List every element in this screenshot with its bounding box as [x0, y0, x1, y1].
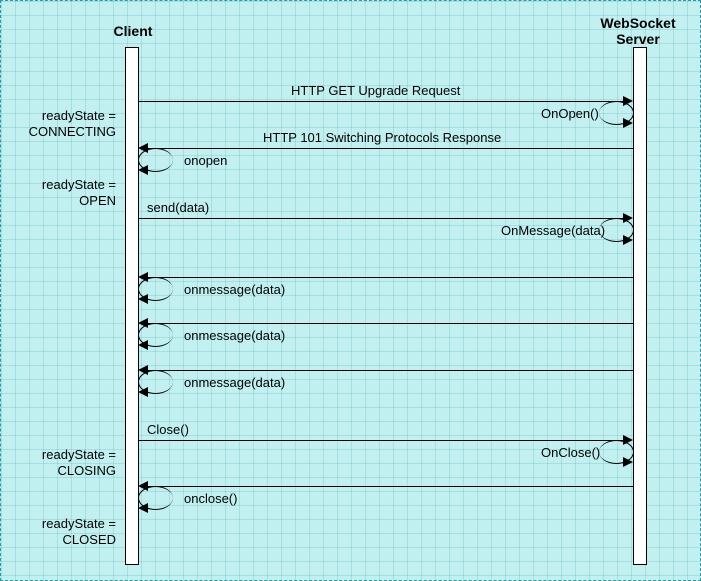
- arrow-close-resp: [148, 486, 633, 487]
- arrowhead-onopen-client: [138, 165, 148, 175]
- msg-onmessage-server: OnMessage(data): [501, 223, 605, 238]
- state-closed: readyState = CLOSED: [11, 516, 116, 547]
- arrowhead-onmessage3: [138, 387, 148, 397]
- arrow-send: [138, 218, 623, 219]
- arrowhead-onmessage1: [138, 294, 148, 304]
- msg-http-101: HTTP 101 Switching Protocols Response: [263, 130, 501, 145]
- msg-http-get: HTTP GET Upgrade Request: [291, 83, 460, 98]
- arrow-http-get: [138, 101, 623, 102]
- participant-client: Client: [93, 23, 173, 39]
- msg-onmessage2: onmessage(data): [184, 328, 285, 343]
- arrowhead-onmessage-server: [623, 235, 633, 245]
- arrowhead-onopen-server: [623, 118, 633, 128]
- arrow-http-101: [148, 148, 633, 149]
- msg-onmessage1: onmessage(data): [184, 282, 285, 297]
- arrow-resp1: [148, 277, 633, 278]
- arrow-resp3: [148, 370, 633, 371]
- state-open: readyState = OPEN: [11, 177, 116, 208]
- msg-onopen-server: OnOpen(): [541, 106, 599, 121]
- msg-onopen-client: onopen: [184, 153, 227, 168]
- participant-server: WebSocket Server: [583, 15, 693, 47]
- sequence-diagram: Client WebSocket Server readyState = CON…: [0, 0, 701, 581]
- arrowhead-onclose-client: [138, 503, 148, 513]
- arrow-resp2: [148, 323, 633, 324]
- msg-close: Close(): [147, 422, 189, 437]
- msg-onmessage3: onmessage(data): [184, 375, 285, 390]
- msg-send: send(data): [147, 200, 209, 215]
- state-closing: readyState = CLOSING: [11, 447, 116, 478]
- arrow-close: [138, 440, 623, 441]
- arrowhead-onmessage2: [138, 340, 148, 350]
- msg-onclose-client: onclose(): [184, 491, 237, 506]
- arrowhead-onclose-server: [623, 457, 633, 467]
- state-connecting: readyState = CONNECTING: [11, 108, 116, 139]
- lifeline-client: [125, 47, 139, 565]
- msg-onclose-server: OnClose(): [541, 445, 600, 460]
- lifeline-server: [633, 47, 647, 565]
